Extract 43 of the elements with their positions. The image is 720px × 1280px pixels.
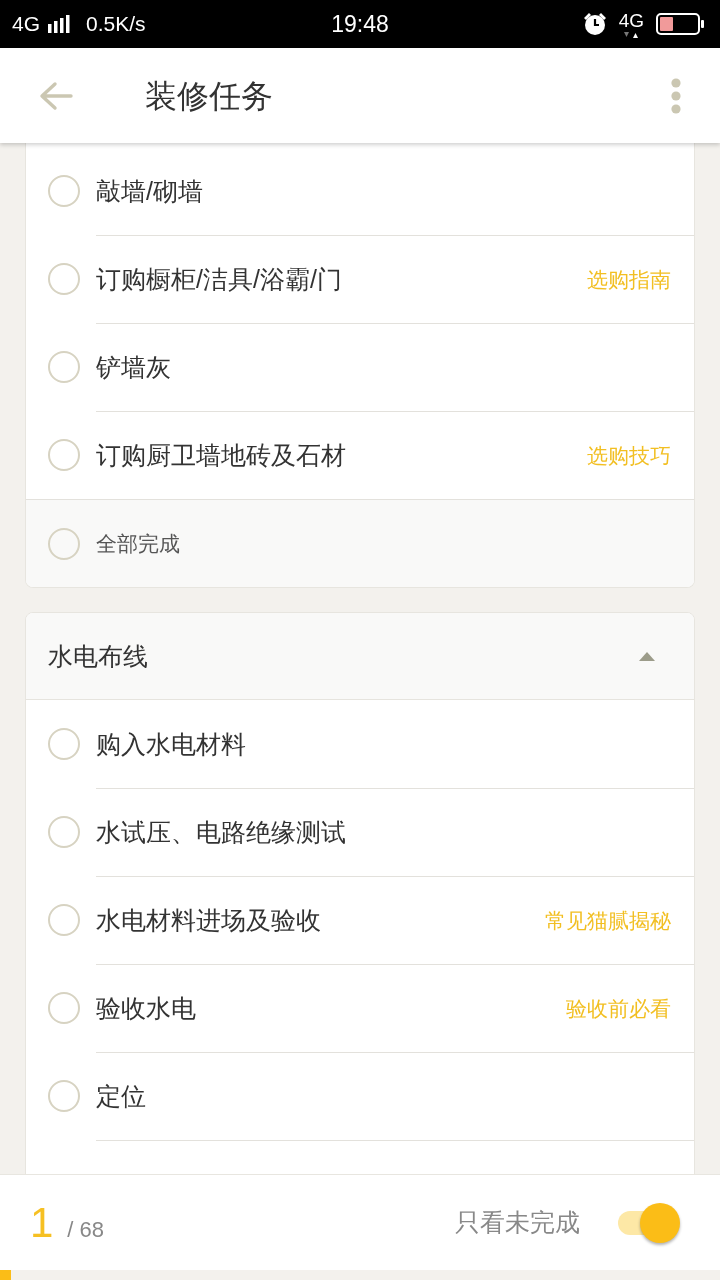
battery-icon [656, 13, 704, 35]
alarm-clock-icon [582, 12, 607, 36]
task-label: 铲墙灰 [96, 352, 171, 383]
checkbox[interactable] [48, 904, 80, 936]
checkbox[interactable] [48, 263, 80, 295]
data-network-label: 4G [618, 10, 644, 31]
page-title: 装修任务 [145, 76, 274, 116]
guide-link[interactable]: 常见猫腻揭秘 [545, 906, 671, 935]
task-label: 定位 [96, 1081, 146, 1112]
more-options-button[interactable] [671, 77, 681, 114]
network-speed-label: 0.5K/s [86, 12, 146, 36]
more-options-icon [671, 77, 681, 114]
signal-bars-icon [48, 15, 70, 33]
toggle-switch[interactable] [616, 1201, 682, 1244]
checkbox[interactable] [48, 175, 80, 207]
task-label: 验收水电 [96, 993, 196, 1024]
clock-time: 19:48 [331, 10, 389, 38]
caret-icon [639, 651, 655, 661]
guide-link[interactable]: 选购技巧 [587, 441, 671, 470]
complete-all-label: 全部完成 [96, 530, 180, 557]
task-label: 敲墙/砌墙 [96, 175, 203, 207]
back-button[interactable] [39, 80, 73, 111]
data-arrows-icon [624, 31, 639, 38]
checkbox[interactable] [48, 351, 80, 383]
completed-count: 1 [30, 1198, 54, 1247]
task-label: 水电材料进场及验收 [96, 905, 321, 936]
checkbox[interactable] [48, 728, 80, 760]
checkbox[interactable] [48, 1080, 80, 1112]
task-label: 订购厨卫墙地砖及石材 [96, 440, 346, 471]
network-type-label: 4G [12, 12, 40, 36]
section-header[interactable]: 水电布线 [26, 613, 694, 700]
checkbox[interactable] [48, 439, 80, 471]
checkbox[interactable] [48, 816, 80, 848]
filter-label: 只看未完成 [455, 1207, 580, 1238]
task-label: 订购橱柜/洁具/浴霸/门 [96, 264, 342, 295]
task-label: 水试压、电路绝缘测试 [96, 817, 346, 848]
checkbox[interactable] [48, 527, 80, 560]
checkbox[interactable] [48, 992, 80, 1024]
guide-link[interactable]: 选购指南 [587, 265, 671, 294]
guide-link[interactable]: 验收前必看 [566, 994, 671, 1023]
task-label: 购入水电材料 [96, 728, 246, 760]
total-count: / 68 [67, 1216, 105, 1243]
back-arrow-icon [39, 80, 73, 111]
